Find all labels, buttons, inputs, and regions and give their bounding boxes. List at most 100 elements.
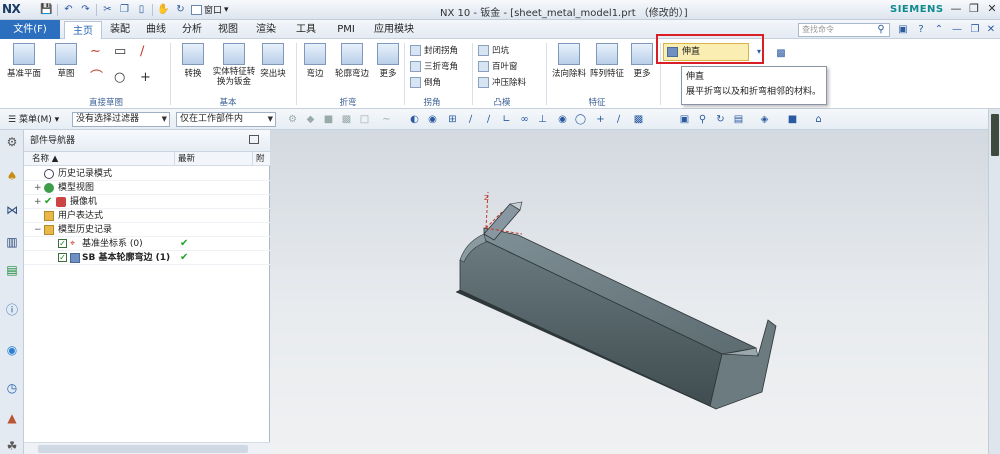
web-browser-icon[interactable]: ◉ [4, 342, 20, 358]
tree-node-model-history[interactable]: − 模型历史记录 [24, 223, 270, 237]
collapse-icon[interactable]: − [34, 223, 42, 237]
scrollbar-thumb[interactable] [38, 445, 248, 453]
snap-midpoint-icon[interactable]: ∕ [482, 113, 495, 126]
column-third[interactable]: 附 [256, 152, 265, 166]
flat-pattern-icon[interactable]: ▩ [774, 47, 788, 61]
snap-bounded-icon[interactable]: ▩ [632, 113, 645, 126]
reuse-library-icon[interactable]: ▤ [4, 262, 20, 278]
snap-intersection-icon[interactable]: ⊥ [536, 113, 549, 126]
maximize-icon[interactable] [249, 135, 259, 144]
solid-to-sheet-metal-button[interactable]: 实体特征转换为钣金 [210, 43, 258, 87]
assembly-navigator-icon[interactable]: ♠ [4, 168, 20, 184]
copy-icon[interactable]: ❐ [118, 3, 131, 16]
settings-icon[interactable]: ⚙ [4, 134, 20, 150]
louver-button[interactable]: 百叶窗 [478, 60, 518, 72]
select-body-icon[interactable]: ■ [322, 113, 335, 126]
chamfer-button[interactable]: 倒角 [410, 76, 441, 88]
rectangle-icon[interactable]: ▭ [114, 45, 126, 59]
dimple-button[interactable]: 凹坑 [478, 44, 509, 56]
wcs-icon[interactable]: ⌂ [812, 113, 825, 126]
tree-node-user-expressions[interactable]: 用户表达式 [24, 209, 270, 223]
contour-flange-button[interactable]: 轮廓弯边 [332, 43, 372, 79]
save-icon[interactable]: 💾 [40, 3, 53, 16]
snap-on-curve-icon[interactable]: ∕ [612, 113, 625, 126]
visibility-checkbox[interactable]: ✓ [58, 253, 67, 262]
select-curve-icon[interactable]: ∼ [380, 113, 393, 126]
history-icon[interactable]: ◷ [4, 380, 20, 396]
circle-icon[interactable]: ○ [114, 71, 125, 85]
doc-minimize-icon[interactable]: — [950, 23, 964, 37]
dock-grip[interactable] [991, 114, 999, 156]
minimize-button[interactable]: — [948, 2, 964, 15]
flange-button[interactable]: 弯边 [302, 43, 328, 79]
tab-feature-button[interactable]: 突出块 [258, 43, 288, 79]
doc-close-icon[interactable]: ✕ [984, 23, 998, 37]
select-face-icon[interactable]: ▩ [340, 113, 353, 126]
column-name[interactable]: 名称 ▲ [32, 152, 58, 166]
close-button[interactable]: ✕ [984, 2, 1000, 15]
snap-center-icon[interactable]: ◉ [556, 113, 569, 126]
snap-point-icon[interactable]: + [594, 113, 607, 126]
column-latest[interactable]: 最新 [178, 152, 195, 166]
minimize-ribbon-icon[interactable]: ⌃ [932, 23, 946, 37]
show-hide-icon[interactable]: ◐ [408, 113, 421, 126]
visibility-checkbox[interactable]: ✓ [58, 239, 67, 248]
search-icon[interactable]: ⚲ [874, 23, 888, 37]
punch-removal-button[interactable]: 冲压除料 [478, 76, 526, 88]
selection-scope-select[interactable]: 仅在工作部件内 ▼ [176, 112, 276, 127]
arc-icon[interactable]: ⌒ [90, 71, 103, 85]
three-bend-corner-button[interactable]: 三折弯角 [410, 60, 458, 72]
tab-curve[interactable]: 曲线 [140, 20, 172, 39]
repeat-command-icon[interactable]: ↻ [174, 3, 187, 16]
render-style-icon[interactable]: ▤ [732, 113, 745, 126]
tree-node-model-views[interactable]: + 模型视图 [24, 181, 270, 195]
horizontal-scrollbar[interactable] [24, 442, 270, 454]
role-icon[interactable]: ☘ [4, 438, 20, 454]
snap-quadrant-icon[interactable]: ◯ [574, 113, 587, 126]
sketch-button[interactable]: 草图 [52, 43, 80, 79]
expand-icon[interactable]: + [34, 195, 42, 209]
file-menu-button[interactable]: 文件(F) [0, 20, 60, 39]
snap-curve-icon[interactable]: ∟ [500, 113, 513, 126]
point-icon[interactable]: + [140, 71, 151, 85]
tree-node-datum-csys[interactable]: ✓ ⌖ 基准坐标系 (0) ✔ [24, 237, 270, 251]
snap-endpoint-icon[interactable]: ∕ [464, 113, 477, 126]
profile-icon[interactable]: ∼ [90, 45, 101, 59]
tab-render[interactable]: 渲染 [250, 20, 282, 39]
tab-view[interactable]: 视图 [212, 20, 244, 39]
menu-dropdown[interactable]: ☰ 菜单(M) ▾ [8, 112, 59, 125]
cut-icon[interactable]: ✂ [101, 3, 114, 16]
snap-control-icon[interactable]: ∞ [518, 113, 531, 126]
convert-button[interactable]: 转换 [180, 43, 206, 79]
zoom-icon[interactable]: ⚲ [696, 113, 709, 126]
pattern-feature-button[interactable]: 阵列特征 [589, 43, 625, 79]
orient-view-icon[interactable]: ◈ [758, 113, 771, 126]
restore-button[interactable]: ❐ [966, 2, 982, 15]
tab-applications[interactable]: 应用模块 [368, 20, 420, 39]
tree-node-contour-flange[interactable]: ✓ SB 基本轮廓弯边 (1) ✔ [24, 251, 270, 265]
doc-restore-icon[interactable]: ❐ [968, 23, 982, 37]
line-icon[interactable]: ∕ [140, 45, 144, 59]
tab-pmi[interactable]: PMI [330, 20, 362, 39]
layout-icon[interactable]: ▣ [896, 23, 910, 37]
closed-corner-button[interactable]: 封闭拐角 [410, 44, 458, 56]
select-edge-icon[interactable]: □ [358, 113, 371, 126]
expand-icon[interactable]: + [34, 181, 42, 195]
type-filter-select[interactable]: 没有选择过滤器 ▼ [72, 112, 170, 127]
shaded-view-icon[interactable]: ◉ [426, 113, 439, 126]
redo-icon[interactable]: ↷ [79, 3, 92, 16]
fit-view-icon[interactable]: ▣ [678, 113, 691, 126]
tree-node-history-mode[interactable]: 历史记录模式 [24, 167, 270, 181]
tab-home[interactable]: 主页 [64, 21, 102, 40]
tab-assembly[interactable]: 装配 [104, 20, 136, 39]
edit-object-display-icon[interactable]: ■ [786, 113, 799, 126]
paste-icon[interactable]: ▯ [135, 3, 148, 16]
more-bend-button[interactable]: 更多 [376, 43, 400, 79]
tab-tools[interactable]: 工具 [290, 20, 322, 39]
window-dropdown[interactable]: 窗口 ▾ [191, 3, 229, 16]
more-feature-button[interactable]: 更多 [630, 43, 654, 79]
part-navigator-icon[interactable]: ▥ [4, 234, 20, 250]
graphics-window[interactable]: Z [270, 130, 988, 454]
tab-analysis[interactable]: 分析 [176, 20, 208, 39]
undo-icon[interactable]: ↶ [62, 3, 75, 16]
